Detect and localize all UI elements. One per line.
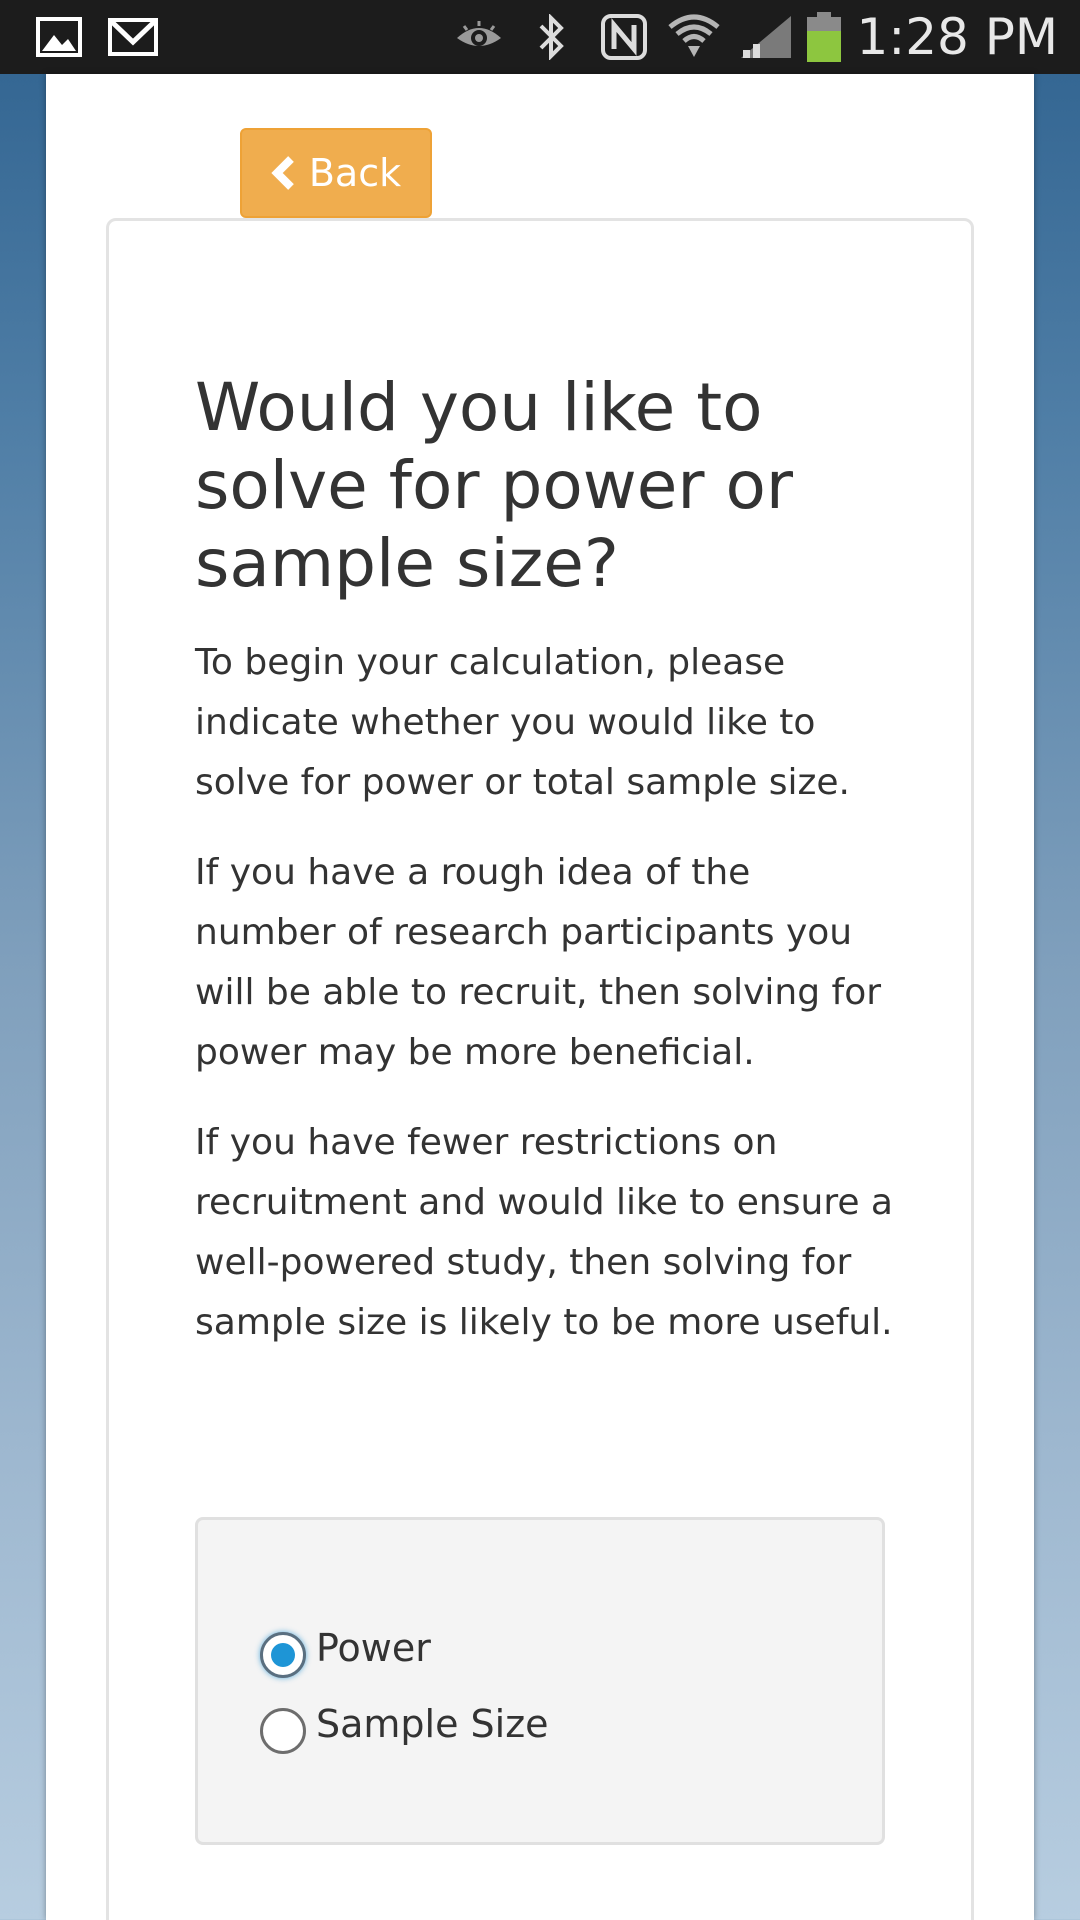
status-bar: 1:28 PM	[0, 0, 1080, 74]
eye-icon	[452, 12, 506, 62]
radio-label-sample-size[interactable]: Sample Size	[316, 1701, 549, 1747]
intro-paragraph: To begin your calculation, please indica…	[195, 642, 850, 803]
nfc-icon	[596, 12, 652, 62]
radio-option-power[interactable]: Power	[260, 1618, 431, 1678]
chevron-left-icon	[271, 155, 297, 191]
page-title: Would you like to solve for power or sam…	[195, 369, 793, 602]
radio-button-power[interactable]	[260, 1632, 306, 1678]
sample-size-guidance-paragraph: If you have fewer restrictions on recrui…	[195, 1122, 893, 1343]
gmail-icon	[106, 12, 160, 62]
gallery-icon	[34, 12, 84, 62]
power-guidance-paragraph: If you have a rough idea of the number o…	[195, 852, 882, 1073]
bluetooth-icon	[532, 12, 572, 62]
radio-option-sample-size[interactable]: Sample Size	[260, 1694, 549, 1754]
back-button[interactable]: Back	[240, 128, 432, 218]
wifi-icon	[668, 12, 720, 62]
page-container: Back Would you like to solve for power o…	[46, 74, 1034, 1920]
question-content: Would you like to solve for power or sam…	[195, 369, 895, 1383]
back-button-label: Back	[308, 151, 402, 195]
battery-icon	[804, 12, 844, 62]
solve-for-options: Power Sample Size	[195, 1517, 885, 1845]
signal-icon	[738, 12, 794, 62]
radio-label-power[interactable]: Power	[316, 1625, 431, 1671]
status-time: 1:28 PM	[856, 8, 1058, 66]
radio-button-sample-size[interactable]	[260, 1708, 306, 1754]
question-card: Would you like to solve for power or sam…	[106, 218, 974, 1920]
